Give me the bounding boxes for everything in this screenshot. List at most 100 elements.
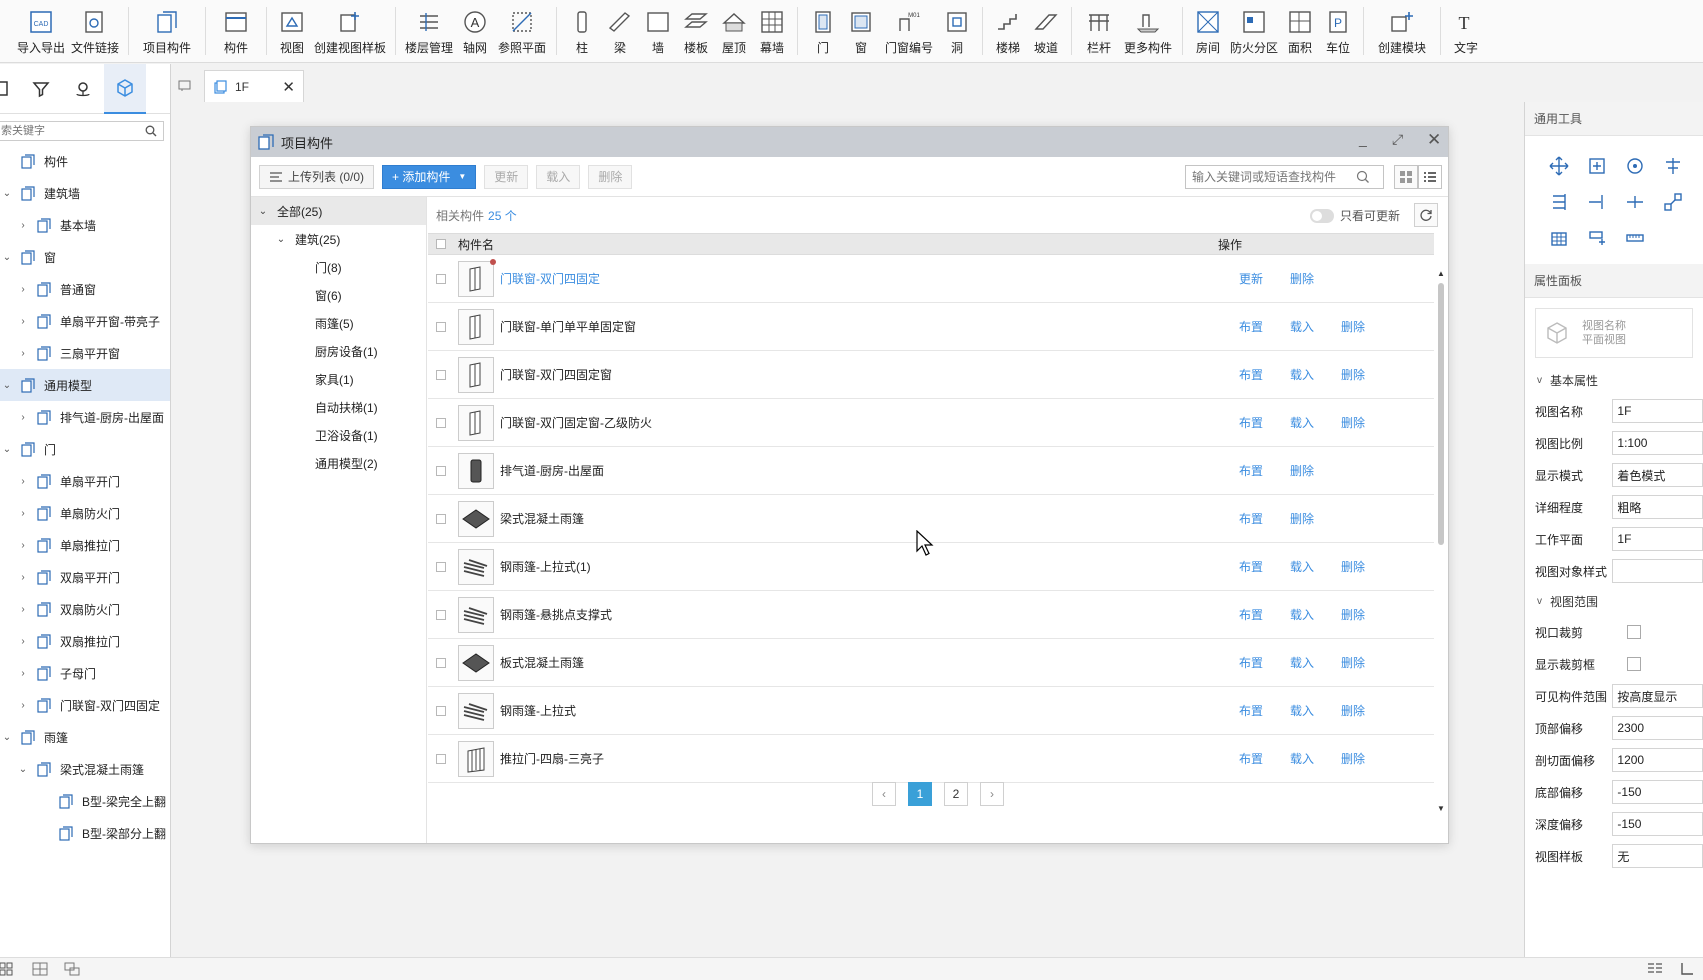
prev-page-button[interactable]: ‹ <box>872 782 896 806</box>
category-item[interactable]: 门(8) <box>251 253 426 281</box>
chevron-right-icon[interactable]: › <box>18 572 28 583</box>
category-item[interactable]: 卫浴设备(1) <box>251 421 426 449</box>
upload-list-button[interactable]: 上传列表 (0/0) <box>259 164 375 189</box>
chevron-down-icon[interactable]: ⌄ <box>275 234 287 245</box>
split-tool-icon[interactable] <box>1699 190 1703 214</box>
array-tool-icon[interactable] <box>1547 226 1571 250</box>
table-row[interactable]: 板式混凝土雨篷 布置 载入 删除 <box>428 639 1434 687</box>
row-load-link[interactable]: 载入 <box>1290 366 1314 383</box>
chevron-down-icon[interactable]: ⌄ <box>2 732 12 743</box>
tree-item[interactable]: › 单扇平开窗-带亮子 <box>0 305 170 337</box>
scroll-up-icon[interactable]: ▲ <box>1437 269 1445 278</box>
category-item[interactable]: 窗(6) <box>251 281 426 309</box>
row-load-link[interactable]: 载入 <box>1290 318 1314 335</box>
property-value-field[interactable]: 着色模式 <box>1612 463 1703 487</box>
tree-item[interactable]: › 双扇防火门 <box>0 593 170 625</box>
dialog-search-input[interactable] <box>1186 170 1356 184</box>
chevron-right-icon[interactable]: › <box>18 316 28 327</box>
toolbar-button-axis-grid[interactable]: A 轴网 <box>456 0 494 62</box>
row-place-link[interactable]: 布置 <box>1239 414 1263 431</box>
row-checkbox[interactable] <box>436 465 446 476</box>
add-component-button[interactable]: + 添加构件 ▼ <box>382 164 477 189</box>
property-value-field[interactable]: 按高度显示 <box>1612 684 1703 708</box>
tree-item[interactable]: ⌄ 建筑墙 <box>0 177 170 209</box>
tree-item[interactable]: › 门联窗-双门四固定 <box>0 689 170 721</box>
update-button[interactable]: 更新 <box>484 164 529 189</box>
refresh-button[interactable] <box>1414 203 1438 227</box>
tree-item[interactable]: › 三扇平开窗 <box>0 337 170 369</box>
row-checkbox[interactable] <box>436 753 446 764</box>
toggle-switch[interactable] <box>1309 208 1334 223</box>
row-delete-link[interactable]: 删除 <box>1341 558 1365 575</box>
row-delete-link[interactable]: 删除 <box>1290 270 1314 287</box>
basic-props-group[interactable]: v 基本属性 <box>1525 366 1703 395</box>
toolbar-button-wall[interactable]: 墙 <box>639 0 677 62</box>
next-page-button[interactable]: › <box>980 782 1004 806</box>
toolbar-button-more-components[interactable]: 更多构件 <box>1120 0 1176 62</box>
row-checkbox[interactable] <box>436 705 446 716</box>
component-search-input[interactable] <box>0 122 137 140</box>
row-checkbox[interactable] <box>436 609 446 620</box>
select-all-checkbox[interactable] <box>436 239 446 249</box>
panel-tab-filter[interactable] <box>20 64 62 114</box>
category-item[interactable]: 自动扶梯(1) <box>251 393 426 421</box>
table-row[interactable]: 排气道-厨房-出屋面 布置 删除 <box>428 447 1434 495</box>
toolbar-button-curtain-wall[interactable]: 幕墙 <box>753 0 791 62</box>
tree-item[interactable]: › 排气道-厨房-出屋面 <box>0 401 170 433</box>
row-update-link[interactable]: 更新 <box>1239 270 1263 287</box>
tile-view-icon[interactable] <box>32 962 48 976</box>
move-tool-icon[interactable] <box>1547 154 1571 178</box>
toolbar-button-opening[interactable]: 洞 <box>938 0 976 62</box>
table-row[interactable]: 门联窗-双门固定窗-乙级防火 布置 载入 删除 <box>428 399 1434 447</box>
category-item[interactable]: 通用模型(2) <box>251 449 426 477</box>
tab-list-icon[interactable] <box>178 79 192 91</box>
page-1-button[interactable]: 1 <box>908 782 932 806</box>
chevron-right-icon[interactable]: › <box>18 700 28 711</box>
row-place-link[interactable]: 布置 <box>1239 510 1263 527</box>
chevron-right-icon[interactable]: › <box>18 540 28 551</box>
table-row[interactable]: 钢雨篷-上拉式 布置 载入 删除 <box>428 687 1434 735</box>
chevron-right-icon[interactable]: › <box>18 348 28 359</box>
tree-item[interactable]: ⌄ 通用模型 <box>0 369 170 401</box>
layer-list-icon[interactable] <box>1647 962 1663 976</box>
toolbar-button-view[interactable]: 视图 <box>273 0 311 62</box>
toolbar-button-project-component[interactable]: 项目构件 <box>135 0 199 62</box>
property-value-field[interactable]: 1200 <box>1612 748 1703 772</box>
property-value-field[interactable]: 2300 <box>1612 716 1703 740</box>
tree-item[interactable]: › 双扇推拉门 <box>0 625 170 657</box>
row-load-link[interactable]: 载入 <box>1290 654 1314 671</box>
tree-item[interactable]: 构件 <box>0 145 170 177</box>
grid-view-toggle[interactable] <box>1394 165 1418 189</box>
row-delete-link[interactable]: 删除 <box>1290 462 1314 479</box>
row-checkbox[interactable] <box>436 561 446 572</box>
chevron-right-icon[interactable]: › <box>18 284 28 295</box>
row-delete-link[interactable]: 删除 <box>1341 750 1365 767</box>
toolbar-button-window[interactable]: 窗 <box>842 0 880 62</box>
toolbar-button-parking[interactable]: P 车位 <box>1319 0 1357 62</box>
row-delete-link[interactable]: 删除 <box>1341 414 1365 431</box>
toolbar-button-roof[interactable]: 屋顶 <box>715 0 753 62</box>
extend-tool-icon[interactable] <box>1623 190 1647 214</box>
row-place-link[interactable]: 布置 <box>1239 654 1263 671</box>
chevron-down-icon[interactable]: ⌄ <box>2 188 12 199</box>
measure-tool-icon[interactable] <box>1623 226 1647 250</box>
close-dialog-icon[interactable]: ✕ <box>1427 130 1441 150</box>
row-checkbox[interactable] <box>436 657 446 668</box>
property-value-field[interactable] <box>1612 559 1703 583</box>
toolbar-button-area[interactable]: 面积 <box>1281 0 1319 62</box>
corner-icon[interactable] <box>1679 962 1695 976</box>
row-checkbox[interactable] <box>436 513 446 524</box>
row-load-link[interactable]: 载入 <box>1290 750 1314 767</box>
tree-item[interactable]: › 双扇平开门 <box>0 561 170 593</box>
row-place-link[interactable]: 布置 <box>1239 606 1263 623</box>
table-scrollbar[interactable]: ▲ ▼ <box>1434 269 1448 813</box>
list-view-toggle[interactable] <box>1418 165 1442 189</box>
tree-item[interactable]: B型-梁部分上翻 <box>0 817 170 849</box>
tree-item[interactable]: ⌄ 门 <box>0 433 170 465</box>
tree-item[interactable]: › 单扇推拉门 <box>0 529 170 561</box>
row-load-link[interactable]: 载入 <box>1290 414 1314 431</box>
property-value-field[interactable]: 无 <box>1612 844 1703 868</box>
row-place-link[interactable]: 布置 <box>1239 318 1263 335</box>
tree-item[interactable]: ⌄ 窗 <box>0 241 170 273</box>
chevron-down-icon[interactable]: ⌄ <box>2 444 12 455</box>
